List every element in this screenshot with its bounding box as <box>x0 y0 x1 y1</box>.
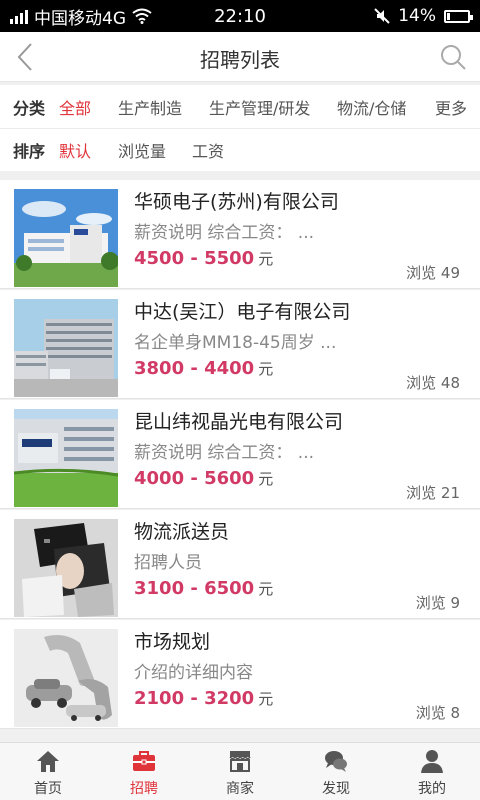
tab-label: 发现 <box>322 781 350 797</box>
sort-filter: 排序 默认 浏览量 工资 <box>0 129 480 171</box>
category-management-rd[interactable]: 生产管理/研发 <box>209 95 310 119</box>
category-all[interactable]: 全部 <box>59 95 91 119</box>
salary-unit: 元 <box>258 470 274 488</box>
job-desc: 招聘人员 <box>134 553 202 573</box>
salary-range: 3100 - 6500 <box>134 578 255 599</box>
job-title: 市场规划 <box>134 631 211 653</box>
job-title: 中达(吴江）电子有限公司 <box>134 301 351 323</box>
nav-bar: 招聘列表 <box>0 32 480 82</box>
mute-icon <box>374 8 390 24</box>
sort-label: 排序 <box>13 142 46 161</box>
job-views: 浏览 21 <box>406 484 460 502</box>
job-item[interactable]: 市场规划 介绍的详细内容 2100 - 3200 元 浏览 8 <box>0 620 480 729</box>
back-button[interactable] <box>8 40 42 74</box>
tab-label: 商家 <box>226 781 254 797</box>
job-desc: 名企单身MM18-45周岁 ... <box>134 333 337 353</box>
salary-range: 2100 - 3200 <box>134 688 255 709</box>
battery-icon <box>444 9 473 23</box>
search-icon <box>441 45 466 70</box>
job-salary: 4000 - 5600 元 <box>134 468 273 489</box>
salary-unit: 元 <box>258 690 274 708</box>
job-title: 物流派送员 <box>134 521 230 543</box>
shop-icon <box>229 751 251 772</box>
tab-discover[interactable]: 发现 <box>288 743 384 800</box>
job-views: 浏览 9 <box>415 594 460 612</box>
job-views: 浏览 48 <box>406 374 460 392</box>
tab-label: 招聘 <box>130 781 158 797</box>
job-views: 浏览 8 <box>415 704 460 722</box>
category-manufacturing[interactable]: 生产制造 <box>118 95 182 119</box>
salary-unit: 元 <box>258 250 274 268</box>
job-salary: 2100 - 3200 元 <box>134 688 273 709</box>
job-desc: 薪资说明 综合工资： ... <box>134 223 315 243</box>
job-thumbnail <box>14 409 118 507</box>
category-label: 分类 <box>13 98 46 118</box>
chat-icon <box>325 751 347 772</box>
job-views: 浏览 49 <box>406 264 460 282</box>
job-thumbnail <box>14 519 118 617</box>
page-title: 招聘列表 <box>200 48 280 72</box>
job-thumbnail <box>14 189 118 287</box>
job-desc: 介绍的详细内容 <box>134 663 253 683</box>
job-thumbnail <box>14 629 118 727</box>
briefcase-icon <box>133 751 155 771</box>
job-desc: 薪资说明 综合工资： ... <box>134 443 315 463</box>
job-item[interactable]: 中达(吴江）电子有限公司 名企单身MM18-45周岁 ... 3800 - 44… <box>0 290 480 399</box>
battery-text: 14% <box>398 6 436 26</box>
job-salary: 4500 - 5500 元 <box>134 248 273 269</box>
tab-label: 我的 <box>418 781 446 797</box>
job-salary: 3800 - 4400 元 <box>134 358 273 379</box>
job-item[interactable]: 昆山纬视晶光电有限公司 薪资说明 综合工资： ... 4000 - 5600 元 … <box>0 400 480 509</box>
search-button[interactable] <box>436 40 470 74</box>
job-item[interactable]: 物流派送员 招聘人员 3100 - 6500 元 浏览 9 <box>0 510 480 619</box>
job-title: 昆山纬视晶光电有限公司 <box>134 411 344 433</box>
salary-range: 3800 - 4400 <box>134 358 255 379</box>
user-icon <box>421 750 443 773</box>
tab-jobs[interactable]: 招聘 <box>96 743 192 800</box>
sort-salary[interactable]: 工资 <box>192 138 224 162</box>
tab-merchants[interactable]: 商家 <box>192 743 288 800</box>
category-more[interactable]: 更多 <box>435 95 467 119</box>
job-thumbnail <box>14 299 118 397</box>
tab-mine[interactable]: 我的 <box>384 743 480 800</box>
job-title: 华硕电子(苏州)有限公司 <box>134 191 339 213</box>
sort-default[interactable]: 默认 <box>59 138 91 162</box>
job-item[interactable]: 华硕电子(苏州)有限公司 薪资说明 综合工资： ... 4500 - 5500 元… <box>0 180 480 289</box>
home-icon <box>37 751 59 772</box>
salary-unit: 元 <box>258 360 274 378</box>
sort-views[interactable]: 浏览量 <box>118 138 166 162</box>
salary-range: 4000 - 5600 <box>134 468 255 489</box>
category-logistics[interactable]: 物流/仓储 <box>337 95 406 119</box>
salary-unit: 元 <box>258 580 274 598</box>
job-salary: 3100 - 6500 元 <box>134 578 273 599</box>
status-bar: 中国移动4G 22:10 14% <box>0 0 480 32</box>
salary-range: 4500 - 5500 <box>134 248 255 269</box>
chevron-left-icon <box>17 43 32 71</box>
bottom-tab-bar: 首页 招聘 商家 发现 我的 <box>0 742 480 800</box>
category-filter: 分类 全部 生产制造 生产管理/研发 物流/仓储 更多 <box>0 85 480 129</box>
tab-label: 首页 <box>34 781 62 797</box>
tab-home[interactable]: 首页 <box>0 743 96 800</box>
